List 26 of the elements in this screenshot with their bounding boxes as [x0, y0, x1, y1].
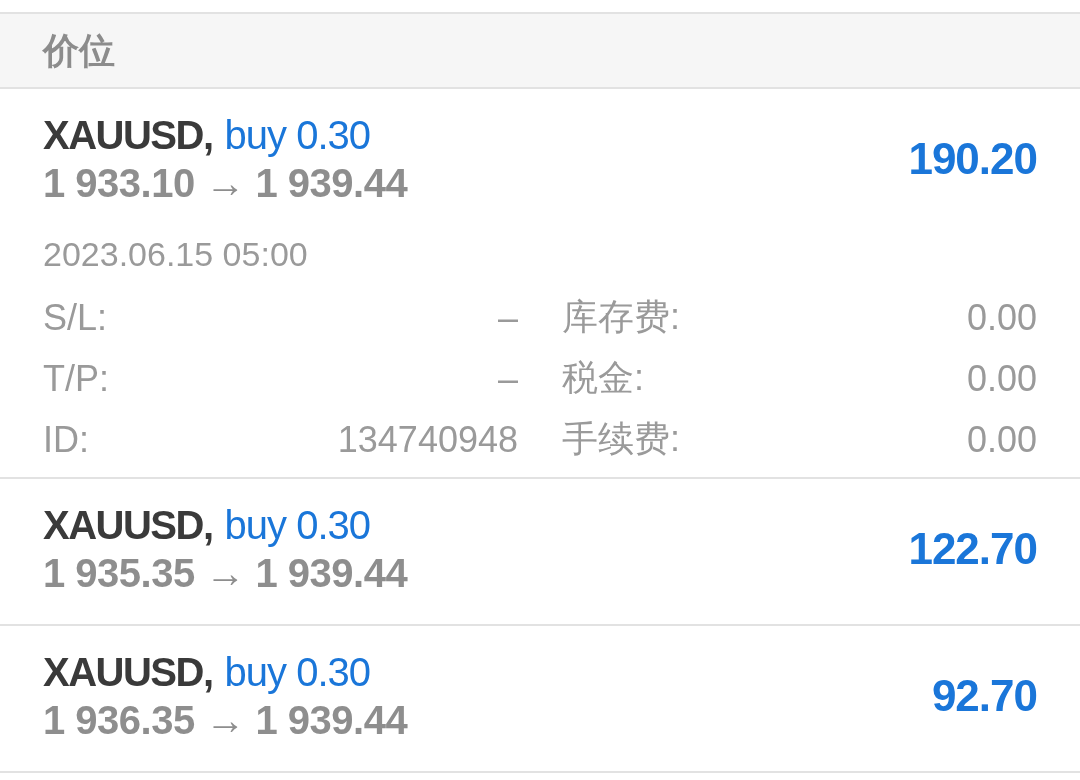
order-text: buy 0.30 — [224, 112, 370, 159]
price-text: 1 935.35 → 1 939.44 — [43, 550, 408, 597]
detail-label: T/P: — [43, 357, 109, 400]
section-title: 价位 — [43, 28, 115, 73]
price-text: 1 933.10 → 1 939.44 — [43, 160, 408, 207]
symbol-text: XAUUSD, — [43, 649, 213, 696]
symbol-text: XAUUSD, — [43, 112, 213, 159]
detail-label: 手续费: — [562, 417, 680, 461]
detail-label: 库存费: — [562, 295, 680, 339]
price-text: 1 936.35 → 1 939.44 — [43, 697, 408, 744]
detail-value: 134740948 — [337, 418, 518, 461]
time-text: 2023.06.15 05:00 — [43, 235, 308, 273]
detail-label: ID: — [43, 418, 89, 461]
detail-value: – — [497, 357, 518, 400]
order-text: buy 0.30 — [224, 502, 370, 549]
order-text: buy 0.30 — [224, 649, 370, 696]
detail-value: 0.00 — [966, 418, 1037, 461]
detail-value: 0.00 — [966, 357, 1037, 400]
detail-label: S/L: — [43, 296, 108, 339]
detail-label: 税金: — [562, 356, 644, 400]
detail-value: 0.00 — [966, 296, 1037, 339]
detail-value: – — [497, 296, 518, 339]
profit-text: 122.70 — [908, 523, 1037, 575]
profit-text: 190.20 — [908, 133, 1037, 185]
profit-text: 92.70 — [931, 670, 1037, 722]
symbol-text: XAUUSD, — [43, 502, 213, 549]
